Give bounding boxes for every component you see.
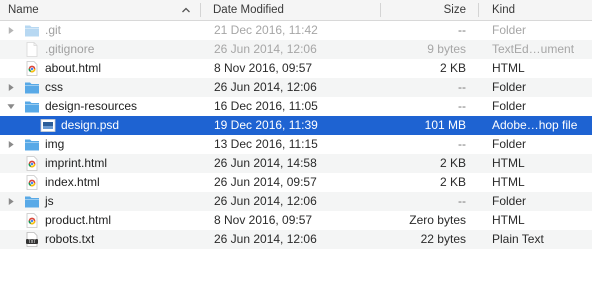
file-row[interactable]: about.html 8 Nov 2016, 09:57 2 KB HTML: [0, 59, 592, 78]
file-name[interactable]: index.html: [45, 173, 100, 192]
file-row[interactable]: img 13 Dec 2016, 11:15 -- Folder: [0, 135, 592, 154]
date-modified: 13 Dec 2016, 11:15: [214, 137, 318, 151]
file-name[interactable]: product.html: [45, 211, 111, 230]
disclosure-triangle-collapsed-icon[interactable]: [7, 83, 15, 92]
file-row[interactable]: .git 21 Dec 2016, 11:42 -- Folder: [0, 21, 592, 40]
name-cell: img: [0, 135, 200, 154]
name-cell: about.html: [0, 59, 200, 78]
name-cell: .gitignore: [0, 40, 200, 59]
file-kind: Folder: [492, 80, 527, 94]
date-modified: 26 Jun 2014, 14:58: [214, 156, 317, 170]
date-modified: 26 Jun 2014, 12:06: [214, 80, 317, 94]
file-kind: HTML: [492, 61, 525, 75]
file-size: 101 MB: [424, 118, 466, 132]
name-cell: .git: [0, 21, 200, 40]
file-size: --: [458, 194, 466, 208]
file-kind: Folder: [492, 137, 527, 151]
name-cell: TXT robots.txt: [0, 230, 200, 249]
file-kind: Folder: [492, 194, 527, 208]
file-size: 2 KB: [439, 61, 466, 75]
file-kind: HTML: [492, 156, 525, 170]
file-row[interactable]: product.html 8 Nov 2016, 09:57 Zero bytes H…: [0, 211, 592, 230]
column-divider[interactable]: [200, 3, 201, 17]
file-row[interactable]: TXT robots.txt 26 Jun 2014, 12:06 22 bytes P…: [0, 230, 592, 249]
sort-ascending-chevron-icon[interactable]: [181, 5, 191, 15]
name-cell: index.html: [0, 173, 200, 192]
file-size: 2 KB: [439, 175, 466, 189]
file-kind: Plain Text: [492, 232, 544, 246]
name-cell: imprint.html: [0, 154, 200, 173]
file-row[interactable]: design-resources 16 Dec 2016, 11:05 -- Fold…: [0, 97, 592, 116]
date-modified: 16 Dec 2016, 11:05: [214, 99, 318, 113]
date-modified: 8 Nov 2016, 09:57: [214, 61, 313, 75]
file-size: --: [458, 23, 466, 37]
column-header-size[interactable]: Size: [384, 0, 466, 21]
file-name[interactable]: design.psd: [61, 116, 119, 135]
file-kind: Folder: [492, 99, 527, 113]
file-name[interactable]: about.html: [45, 59, 101, 78]
file-name[interactable]: design-resources: [45, 97, 137, 116]
file-name[interactable]: .gitignore: [45, 40, 94, 59]
file-name[interactable]: robots.txt: [45, 230, 94, 249]
file-kind: Folder: [492, 23, 527, 37]
file-row[interactable]: js 26 Jun 2014, 12:06 -- Folder: [0, 192, 592, 211]
date-modified: 26 Jun 2014, 12:06: [214, 42, 317, 56]
file-row[interactable]: design.psd 19 Dec 2016, 11:39 101 MB Adobe……: [0, 116, 592, 135]
file-row[interactable]: .gitignore 26 Jun 2014, 12:06 9 bytes TextE…: [0, 40, 592, 59]
file-name[interactable]: imprint.html: [45, 154, 107, 173]
svg-text:TXT: TXT: [27, 239, 36, 244]
file-kind: Adobe…hop file: [492, 118, 578, 132]
date-modified: 26 Jun 2014, 12:06: [214, 232, 317, 246]
disclosure-triangle-collapsed-icon[interactable]: [7, 197, 15, 206]
file-size: 22 bytes: [420, 232, 466, 246]
column-header-kind[interactable]: Kind: [492, 0, 515, 21]
file-name[interactable]: img: [45, 135, 64, 154]
name-cell: css: [0, 78, 200, 97]
column-header-date-modified[interactable]: Date Modified: [213, 0, 284, 21]
name-cell: product.html: [0, 211, 200, 230]
column-divider[interactable]: [478, 3, 479, 17]
file-size: 2 KB: [439, 156, 466, 170]
date-modified: 21 Dec 2016, 11:42: [214, 23, 318, 37]
disclosure-triangle-collapsed-icon[interactable]: [7, 26, 15, 35]
file-kind: HTML: [492, 175, 525, 189]
file-list: .git 21 Dec 2016, 11:42 -- Folder .gitignore…: [0, 21, 592, 268]
file-size: --: [458, 137, 466, 151]
file-name[interactable]: js: [45, 192, 54, 211]
date-modified: 26 Jun 2014, 09:57: [214, 175, 317, 189]
file-size: 9 bytes: [427, 42, 466, 56]
disclosure-triangle-expanded-icon[interactable]: [7, 102, 15, 111]
file-name[interactable]: css: [45, 78, 63, 97]
column-header-name[interactable]: Name: [8, 0, 39, 21]
name-cell: design-resources: [0, 97, 200, 116]
file-row[interactable]: index.html 26 Jun 2014, 09:57 2 KB HTML: [0, 173, 592, 192]
date-modified: 8 Nov 2016, 09:57: [214, 213, 313, 227]
empty-row: [0, 249, 592, 268]
file-size: Zero bytes: [409, 213, 466, 227]
file-kind: HTML: [492, 213, 525, 227]
file-row[interactable]: imprint.html 26 Jun 2014, 14:58 2 KB HTML: [0, 154, 592, 173]
name-cell: design.psd: [0, 116, 200, 135]
file-kind: TextEd…ument: [492, 42, 575, 56]
column-header-bar: Name Date Modified Size Kind: [0, 0, 592, 21]
date-modified: 19 Dec 2016, 11:39: [214, 118, 318, 132]
file-name[interactable]: .git: [45, 21, 61, 40]
file-size: --: [458, 99, 466, 113]
disclosure-triangle-collapsed-icon[interactable]: [7, 140, 15, 149]
date-modified: 26 Jun 2014, 12:06: [214, 194, 317, 208]
column-divider[interactable]: [380, 3, 381, 17]
name-cell: js: [0, 192, 200, 211]
file-row[interactable]: css 26 Jun 2014, 12:06 -- Folder: [0, 78, 592, 97]
file-size: --: [458, 80, 466, 94]
